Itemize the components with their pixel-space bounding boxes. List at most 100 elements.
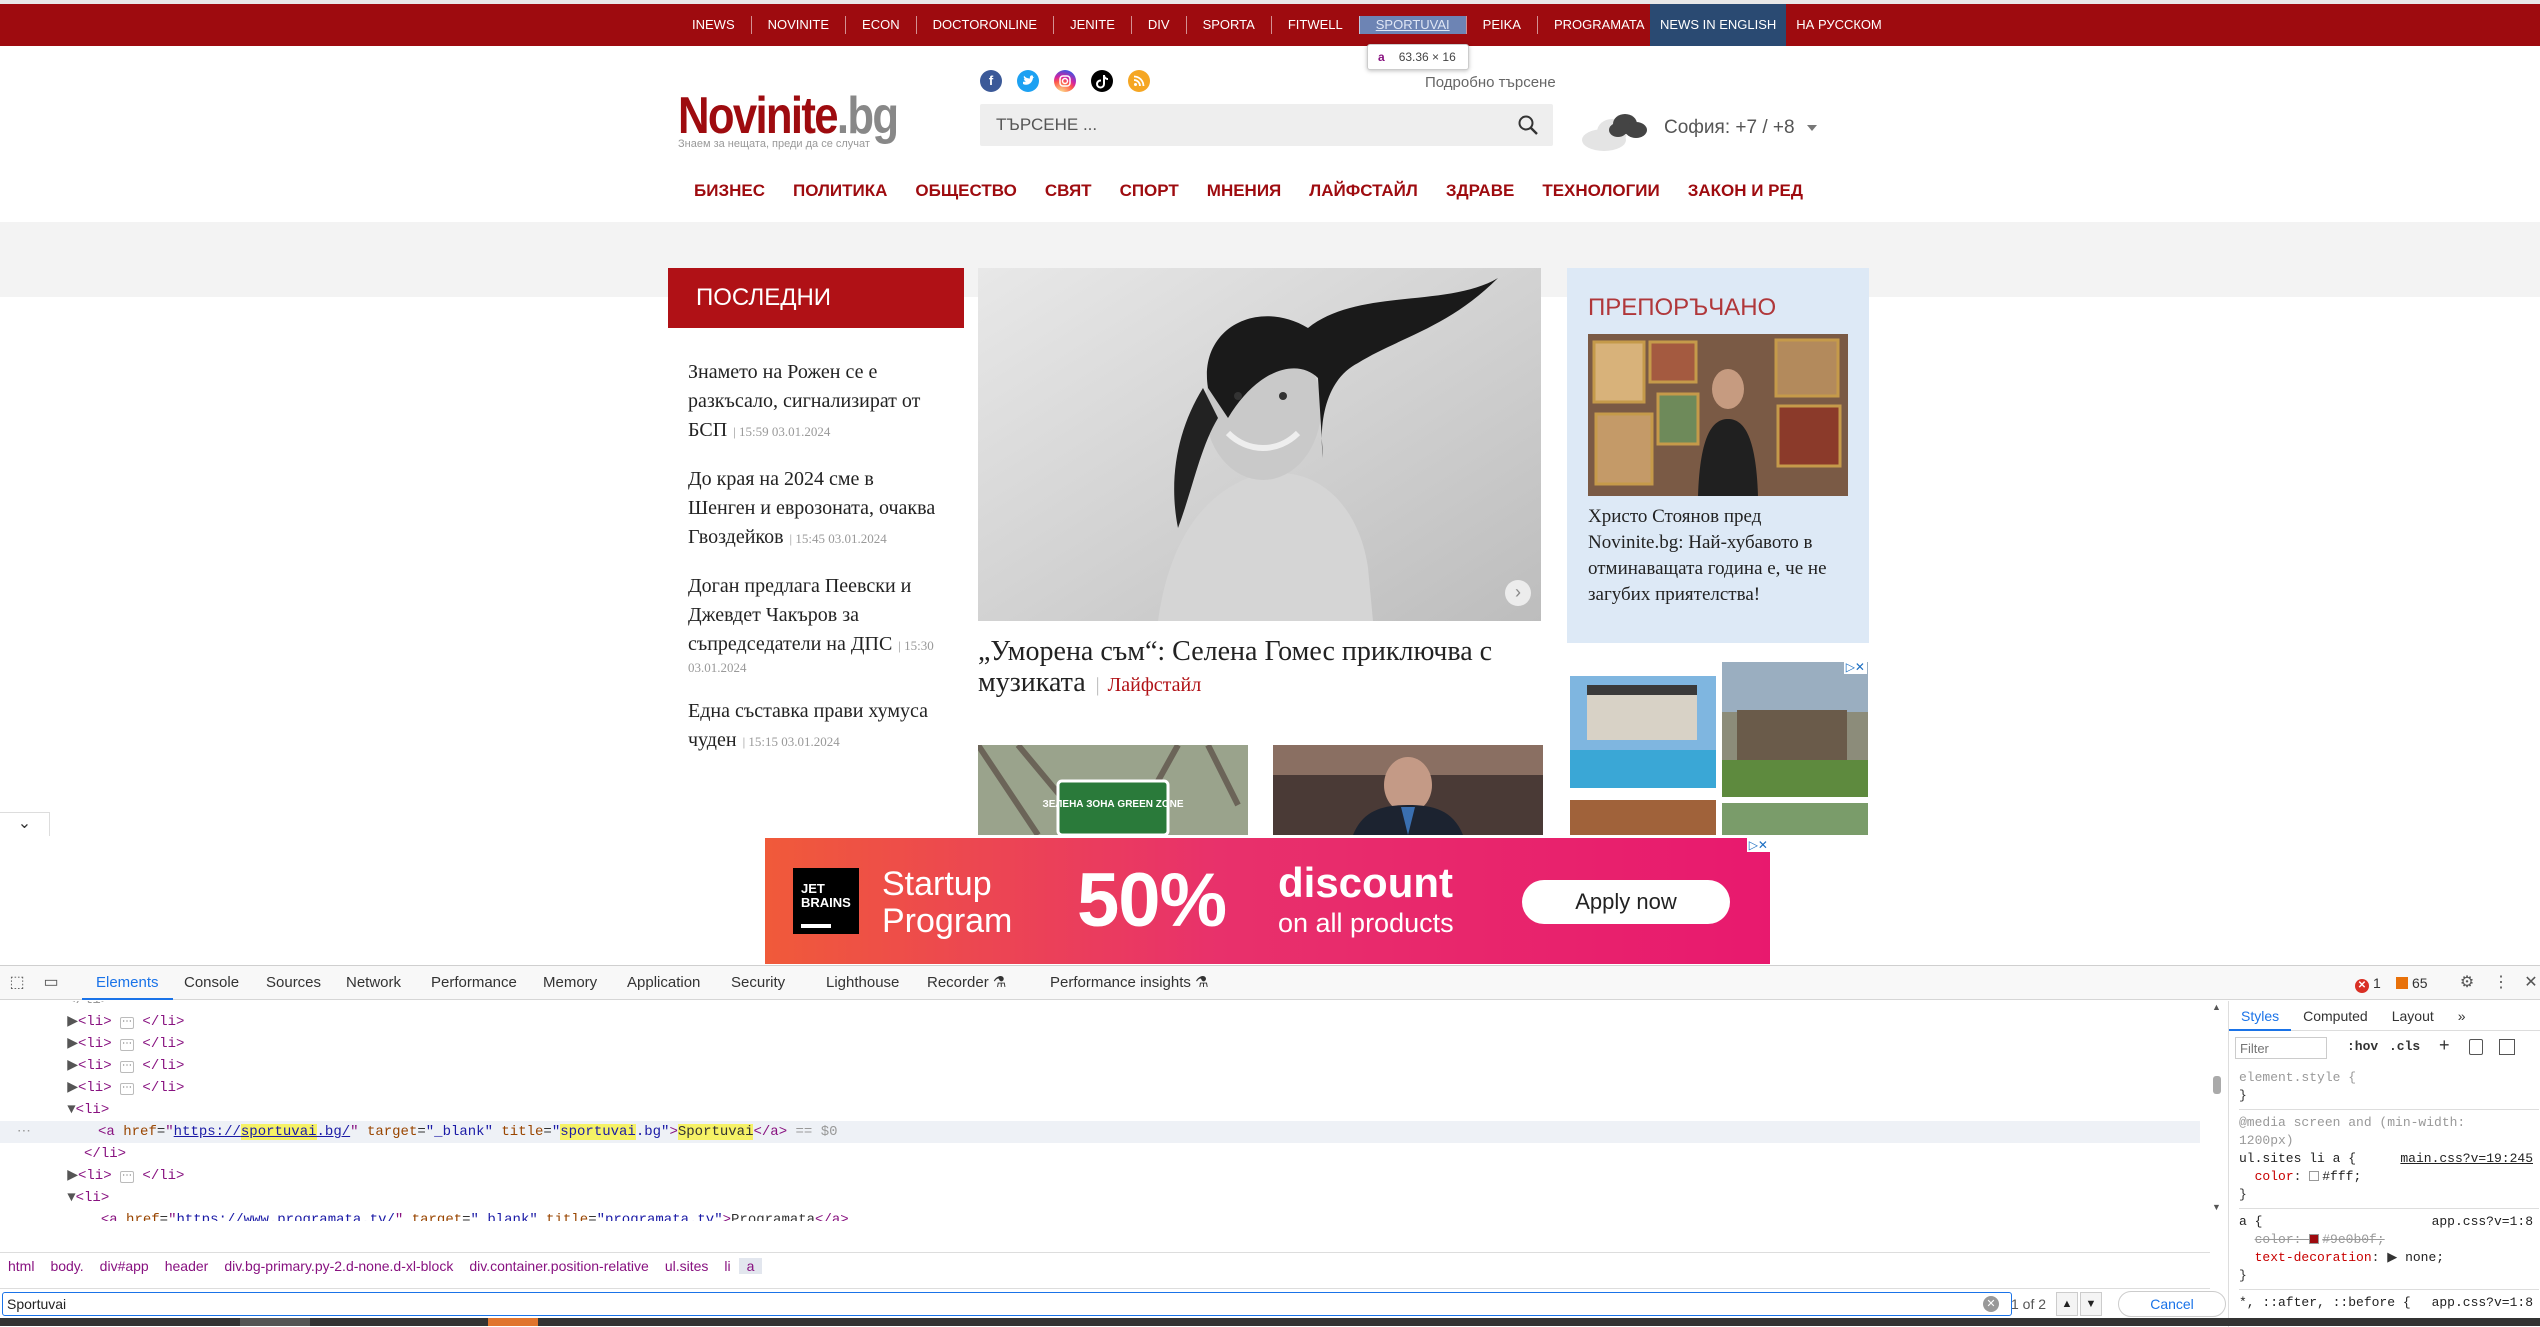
color-swatch[interactable] [2309, 1234, 2320, 1244]
nav-lifestyle[interactable]: ЛАЙФСТАЙЛ [1295, 176, 1432, 206]
search-icon[interactable] [1517, 114, 1539, 136]
nav-opinions[interactable]: МНЕНИЯ [1193, 176, 1296, 206]
breadcrumb-item[interactable]: ul.sites [657, 1258, 717, 1274]
hover-state-toggle[interactable]: :hov [2347, 1039, 2378, 1054]
site-link-peika[interactable]: PEIKA [1465, 16, 1537, 34]
tab-styles[interactable]: Styles [2229, 1001, 2292, 1031]
close-icon[interactable]: ✕ [2522, 974, 2540, 992]
site-link-div[interactable]: DIV [1130, 16, 1186, 34]
tab-memory[interactable]: Memory [543, 966, 597, 1000]
recommended-caption[interactable]: Христо Стоянов пред Novinite.bg: Най-хуб… [1588, 504, 1848, 608]
tab-computed[interactable]: Computed [2291, 1001, 2380, 1031]
side-advert[interactable]: ▷✕ [1567, 660, 1869, 835]
apply-now-button[interactable]: Apply now [1522, 880, 1730, 924]
style-value[interactable]: none; [2405, 1250, 2444, 1265]
instagram-icon[interactable] [1054, 70, 1076, 92]
site-link-novinite[interactable]: NOVINITE [750, 16, 845, 34]
nav-technology[interactable]: ТЕХНОЛОГИИ [1528, 176, 1673, 206]
expand-triangle-icon[interactable]: ▶ [2387, 1250, 2397, 1265]
style-property-overridden[interactable]: color [2255, 1232, 2294, 1247]
element-style-rule[interactable]: element.style { [2239, 1069, 2539, 1087]
scroll-down-icon[interactable]: ▼ [2212, 1202, 2221, 1212]
style-property[interactable]: color [2255, 1169, 2294, 1184]
breadcrumb-item[interactable]: header [157, 1258, 217, 1274]
dom-node[interactable]: ▼<li> [0, 1099, 2200, 1121]
tab-network[interactable]: Network [346, 966, 401, 1000]
breadcrumb-item-current[interactable]: a [738, 1257, 763, 1274]
previous-match-button[interactable]: ▲ [2056, 1292, 2078, 1316]
tab-sources[interactable]: Sources [266, 966, 321, 1000]
scrollbar-thumb[interactable] [2213, 1076, 2221, 1094]
ad-choices-icon[interactable]: ▷✕ [1843, 660, 1867, 674]
rss-icon[interactable] [1128, 70, 1150, 92]
tab-recorder[interactable]: Recorder ⚗ [927, 966, 1006, 1000]
nav-society[interactable]: ОБЩЕСТВО [901, 176, 1030, 206]
tab-elements[interactable]: Elements [82, 966, 173, 1000]
hero-image[interactable] [978, 268, 1541, 621]
site-link-jenite[interactable]: JENITE [1053, 16, 1131, 34]
latest-item-title[interactable]: Доган предлага Пеевски и Джевдет Чакъров… [688, 575, 911, 655]
breadcrumb-item[interactable]: div.bg-primary.py-2.d-none.d-xl-block [216, 1258, 461, 1274]
latest-item[interactable]: Доган предлага Пеевски и Джевдет Чакъров… [668, 552, 964, 677]
style-property[interactable]: text-decoration [2255, 1250, 2372, 1265]
site-link-fitwell[interactable]: FITWELL [1270, 16, 1359, 34]
issues-counter[interactable]: 65 [2396, 975, 2428, 991]
site-link-doctoronline[interactable]: DOCTORONLINE [915, 16, 1054, 34]
article-thumbnail[interactable]: ЗЕЛЕНА ЗОНА GREEN ZONE [978, 745, 1248, 835]
dom-node[interactable]: <a href="https://www.programata.tv/" tar… [0, 1209, 2200, 1221]
next-match-button[interactable]: ▼ [2080, 1292, 2102, 1316]
hero-title[interactable]: „Уморена съм“: Селена Гомес приключва с … [978, 636, 1492, 698]
dom-node[interactable]: ▼<li> [0, 1187, 2200, 1209]
href-link[interactable]: https://www.programata.tv/ [176, 1212, 394, 1221]
new-rule-icon[interactable]: + [2439, 1035, 2450, 1056]
dom-node[interactable]: </li> [0, 1143, 2200, 1165]
tiktok-icon[interactable] [1091, 70, 1113, 92]
weather-widget[interactable]: София: +7 / +8 [1580, 104, 1817, 152]
rule-source-link[interactable]: app.css?v=1:8 [2432, 1213, 2533, 1231]
recommended-image[interactable] [1588, 334, 1848, 496]
latest-item[interactable]: Знамето на Рожен се е разкъсало, сигнали… [668, 328, 964, 445]
latest-item[interactable]: До края на 2024 сме в Шенген и еврозонат… [668, 445, 964, 552]
tab-security[interactable]: Security [731, 966, 785, 1000]
device-toolbar-icon[interactable]: ▭ [42, 974, 60, 992]
dom-scrollbar[interactable]: ▲ ▼ [2210, 1002, 2224, 1212]
rule-selector[interactable]: a { [2239, 1214, 2262, 1229]
breadcrumb-item[interactable]: html [0, 1258, 42, 1274]
news-in-english-link[interactable]: NEWS IN ENGLISH [1650, 4, 1787, 46]
advanced-search-link[interactable]: Подробно търсене [1425, 74, 1556, 91]
breadcrumb-item[interactable]: li [716, 1258, 738, 1274]
dom-node[interactable]: ▶<li> ⋯ </li> [0, 1055, 2200, 1077]
facebook-icon[interactable]: f [980, 70, 1002, 92]
tab-console[interactable]: Console [184, 966, 239, 1000]
jetbrains-banner-ad[interactable]: JET BRAINS Startup Program 50% discount … [765, 838, 1770, 964]
breadcrumb-item[interactable]: div#app [92, 1258, 157, 1274]
rule-selector[interactable]: ul.sites li a { [2239, 1151, 2356, 1166]
ad-choices-icon[interactable]: ▷✕ [1746, 838, 1770, 852]
dom-node[interactable]: ▶<li> ⋯ </li> [0, 1077, 2200, 1099]
chevron-right-icon[interactable]: › [1505, 580, 1531, 606]
breadcrumb-item[interactable]: body. [42, 1258, 91, 1274]
nav-health[interactable]: ЗДРАВЕ [1432, 176, 1529, 206]
dom-node-selected[interactable]: ⋯ <a href="https://sportuvai.bg/" target… [0, 1121, 2200, 1143]
hero-headline[interactable]: „Уморена съм“: Селена Гомес приключва с … [978, 636, 1541, 701]
rule-selector[interactable]: *, ::after, ::before { [2239, 1295, 2411, 1310]
tab-performance-insights[interactable]: Performance insights ⚗ [1050, 966, 1209, 1000]
site-link-sporta[interactable]: SPORTA [1185, 16, 1271, 34]
inspect-element-icon[interactable]: ⬚ [8, 974, 26, 992]
tab-lighthouse[interactable]: Lighthouse [826, 966, 899, 1000]
gear-icon[interactable]: ⚙ [2458, 974, 2476, 992]
dom-node[interactable]: ▶<li> ⋯ </li> [0, 1011, 2200, 1033]
href-link[interactable]: https://sportuvai.bg/ [174, 1124, 350, 1140]
rule-source-link[interactable]: main.css?v=19:245 [2400, 1150, 2533, 1168]
find-input[interactable] [2, 1292, 2012, 1316]
more-options-icon[interactable]: ⋮ [2492, 974, 2510, 992]
style-value[interactable]: #fff; [2322, 1169, 2361, 1184]
article-thumbnail[interactable] [1273, 745, 1543, 835]
error-counter[interactable]: ✕ 1 [2355, 975, 2381, 993]
color-swatch[interactable] [2309, 1171, 2320, 1181]
cancel-button[interactable]: Cancel [2118, 1291, 2226, 1317]
class-toggle[interactable]: .cls [2389, 1039, 2420, 1054]
nav-politics[interactable]: ПОЛИТИКА [779, 176, 901, 206]
more-tabs-icon[interactable]: » [2446, 1001, 2478, 1031]
styles-filter-input[interactable] [2235, 1037, 2327, 1059]
